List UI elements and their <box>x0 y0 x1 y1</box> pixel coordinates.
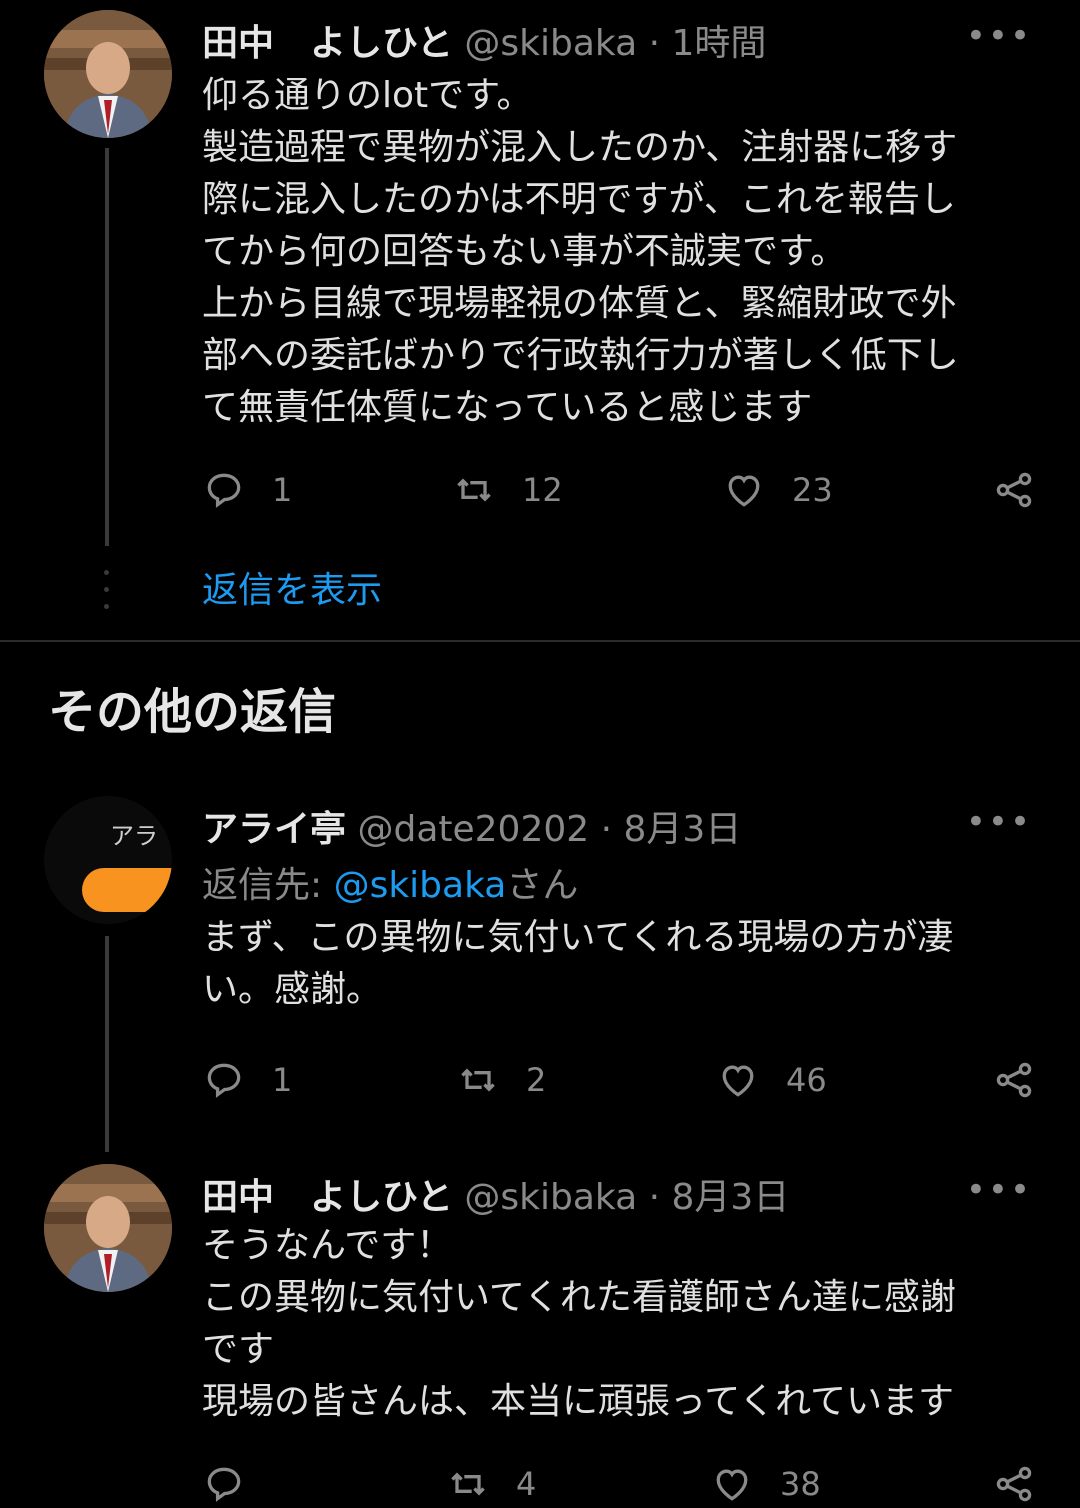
timestamp[interactable]: 8月3日 <box>624 809 742 850</box>
user-handle[interactable]: @skibaka <box>464 1177 637 1218</box>
text-line: てから何の回答もない事が不誠実です。 <box>202 231 847 272</box>
display-name[interactable]: 田中 よしひと <box>202 23 453 64</box>
heart-icon <box>722 1065 754 1097</box>
like-button[interactable]: 23 <box>722 466 833 514</box>
reply-to-prefix: 返信先: <box>202 865 334 906</box>
retweet-count: 4 <box>516 1465 537 1503</box>
text-line: まず、この異物に気付いてくれる現場の方が凄 <box>202 917 954 958</box>
retweet-count: 2 <box>526 1061 547 1099</box>
like-count: 46 <box>786 1061 827 1099</box>
show-replies-link[interactable]: 返信を表示 <box>202 565 1022 617</box>
text-line: 製造過程で異物が混入したのか、注射器に移す <box>202 127 958 168</box>
retweet-button[interactable]: 12 <box>452 466 563 514</box>
separator-dot: · <box>600 809 613 850</box>
text-line: 仰る通りのlotです。 <box>202 75 533 116</box>
text-line: そうなんです！ <box>202 1225 453 1266</box>
reply-button[interactable]: 1 <box>202 466 292 514</box>
avatar[interactable]: アラ <box>44 796 172 924</box>
share-icon <box>996 1466 1032 1502</box>
action-bar: 4 38 <box>202 1460 1042 1508</box>
action-bar: 1 2 46 <box>202 1056 1042 1104</box>
tweet-header: 田中 よしひと @skibaka · 1時間 ••• <box>202 14 1040 64</box>
tweet-3[interactable]: 田中 よしひと @skibaka · 8月3日 ••• そうなんです！ この異物… <box>0 1164 1080 1503</box>
reply-count: 1 <box>272 471 293 509</box>
timestamp[interactable]: 1時間 <box>672 23 767 64</box>
text-line: 部への委託ばかりで行政執行力が著しく低下し <box>202 335 959 376</box>
action-bar: 1 12 23 <box>202 466 1042 514</box>
thread-line <box>105 148 109 546</box>
reply-to-line: 返信先: @skibakaさん <box>202 860 1022 912</box>
separator-dot: · <box>648 23 661 64</box>
share-button[interactable] <box>992 1460 1036 1508</box>
tweet-text: 返信先: @skibakaさん まず、この異物に気付いてくれる現場の方が凄 い。… <box>202 860 1022 1016</box>
display-name[interactable]: アライ亭 <box>202 809 346 850</box>
user-handle[interactable]: @date20202 <box>357 809 589 850</box>
retweet-button[interactable]: 2 <box>456 1056 546 1104</box>
tweet-header: 田中 よしひと @skibaka · 8月3日 ••• <box>202 1168 1040 1218</box>
display-name[interactable]: 田中 よしひと <box>202 1177 453 1218</box>
heart-icon <box>728 475 760 507</box>
like-count: 23 <box>792 471 833 509</box>
heart-icon <box>716 1469 748 1501</box>
share-button[interactable] <box>992 1056 1036 1104</box>
like-count: 38 <box>780 1465 821 1503</box>
retweet-icon <box>457 478 491 502</box>
thread-ellipsis <box>104 570 110 621</box>
more-options-icon[interactable]: ••• <box>966 1170 1032 1210</box>
timestamp[interactable]: 8月3日 <box>672 1177 790 1218</box>
retweet-count: 12 <box>522 471 563 509</box>
more-options-icon[interactable]: ••• <box>966 802 1032 842</box>
avatar-orange-shape <box>82 868 172 912</box>
text-line: 現場の皆さんは、本当に頑張ってくれています <box>202 1381 955 1422</box>
avatar-text: アラ <box>110 822 158 850</box>
tweet-2[interactable]: アラ アライ亭 @date20202 · 8月3日 ••• 返信先: @skib… <box>0 796 1080 1156</box>
retweet-button[interactable]: 4 <box>446 1460 536 1508</box>
reply-to-handle[interactable]: @skibaka <box>334 865 507 906</box>
reply-to-suffix: さん <box>506 865 579 906</box>
tweet-header: アライ亭 @date20202 · 8月3日 ••• <box>202 800 1040 850</box>
user-handle[interactable]: @skibaka <box>464 23 637 64</box>
reply-count: 1 <box>272 1061 293 1099</box>
share-icon <box>996 1062 1032 1098</box>
reply-icon <box>207 1063 241 1098</box>
tweet-text: 仰る通りのlotです。 製造過程で異物が混入したのか、注射器に移す 際に混入した… <box>202 70 1022 434</box>
retweet-icon <box>461 1068 495 1092</box>
separator-dot: · <box>648 1177 661 1218</box>
like-button[interactable]: 46 <box>716 1056 827 1104</box>
reply-button[interactable] <box>202 1460 246 1508</box>
share-button[interactable] <box>992 466 1036 514</box>
tweet-1[interactable]: 田中 よしひと @skibaka · 1時間 ••• 仰る通りのlotです。 製… <box>0 0 1080 640</box>
reply-icon <box>207 473 241 508</box>
avatar[interactable] <box>44 1164 172 1292</box>
share-icon <box>996 472 1032 508</box>
tweet-text: そうなんです！ この異物に気付いてくれた看護師さん達に感謝 です 現場の皆さんは… <box>202 1220 1022 1428</box>
avatar[interactable] <box>44 10 172 138</box>
text-line: て無責任体質になっていると感じます <box>202 387 813 428</box>
text-line: この異物に気付いてくれた看護師さん達に感謝 <box>202 1277 956 1318</box>
reply-button[interactable]: 1 <box>202 1056 292 1104</box>
thread-line <box>105 936 109 1152</box>
section-title: その他の返信 <box>48 684 337 740</box>
text-line: い。感謝。 <box>202 969 383 1010</box>
text-line: 際に混入したのかは不明ですが、これを報告し <box>202 179 956 220</box>
divider <box>0 640 1080 642</box>
like-button[interactable]: 38 <box>710 1460 821 1508</box>
text-line: です <box>202 1329 275 1370</box>
reply-icon <box>207 1467 241 1502</box>
retweet-icon <box>451 1472 485 1496</box>
text-line: 上から目線で現場軽視の体質と、緊縮財政で外 <box>202 283 957 324</box>
more-options-icon[interactable]: ••• <box>966 16 1032 56</box>
